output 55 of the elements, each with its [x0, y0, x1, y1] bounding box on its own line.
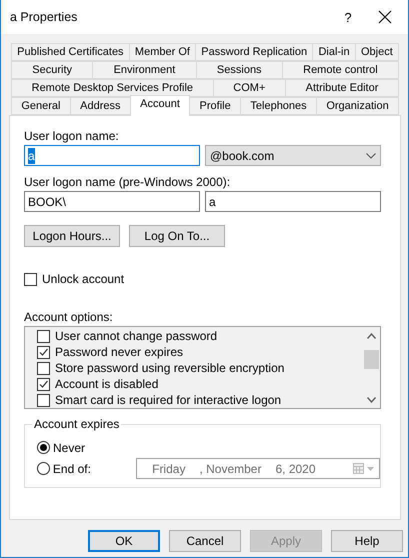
- calendar-icon: [352, 463, 375, 474]
- tab[interactable]: Sessions: [196, 61, 283, 79]
- field-label: User logon name (pre-Windows 2000):: [24, 175, 232, 190]
- checkbox[interactable]: [24, 272, 37, 286]
- tab[interactable]: Member Of: [128, 43, 196, 61]
- checkbox[interactable]: [37, 330, 50, 342]
- tab[interactable]: COM+: [212, 79, 286, 97]
- group-title: Account expires: [32, 417, 122, 431]
- button[interactable]: Logon Hours...: [24, 225, 120, 247]
- tab[interactable]: Published Certificates: [11, 43, 130, 61]
- help-button[interactable]: ?: [338, 10, 358, 24]
- scrollbar-thumb[interactable]: [364, 350, 379, 368]
- chevron-down-icon: [366, 152, 376, 158]
- button[interactable]: OK: [88, 530, 160, 552]
- tab[interactable]: Telephones: [240, 97, 317, 115]
- tab[interactable]: Object: [354, 43, 399, 61]
- input-field[interactable]: a: [205, 191, 381, 212]
- input-field[interactable]: a: [24, 145, 200, 166]
- checkbox-label: User cannot change password: [55, 329, 218, 343]
- tab[interactable]: Address: [70, 97, 131, 115]
- section-label: Account options:: [24, 310, 114, 325]
- tab[interactable]: Remote control: [282, 61, 399, 79]
- close-icon[interactable]: [378, 10, 392, 24]
- tab[interactable]: General: [11, 97, 71, 115]
- tab[interactable]: Account: [130, 95, 190, 116]
- domain-dropdown[interactable]: @book.com: [205, 145, 381, 166]
- button[interactable]: Cancel: [169, 530, 241, 552]
- checkbox-label: Store password using reversible encryption: [55, 361, 284, 375]
- chevron-down-icon[interactable]: [367, 397, 376, 403]
- checkbox[interactable]: [37, 378, 50, 390]
- checkbox[interactable]: [37, 394, 50, 406]
- button[interactable]: Help: [331, 530, 403, 552]
- input-field[interactable]: BOOK\: [24, 191, 200, 212]
- checkbox-label: Unlock account: [42, 272, 124, 286]
- radio-button[interactable]: [37, 441, 50, 454]
- checkbox[interactable]: [37, 346, 50, 358]
- tab[interactable]: Organization: [316, 97, 400, 115]
- window-title: a Properties: [10, 10, 78, 24]
- checkbox-label: Account is disabled: [55, 377, 158, 391]
- checkbox[interactable]: [37, 362, 50, 374]
- field-label: User logon name:: [24, 129, 120, 144]
- radio-button[interactable]: [37, 462, 50, 475]
- radio-label: Never: [53, 440, 86, 454]
- tab[interactable]: Security: [11, 61, 94, 79]
- button[interactable]: Log On To...: [129, 225, 225, 247]
- checkbox-label: Smart card is required for interactive logon: [55, 393, 282, 407]
- checkbox-label: Password never expires: [55, 345, 184, 359]
- radio-label: End of:: [52, 462, 92, 476]
- tab[interactable]: Attribute Editor: [285, 79, 400, 97]
- tab[interactable]: Environment: [92, 61, 197, 79]
- tab[interactable]: Password Replication: [195, 43, 314, 61]
- chevron-up-icon[interactable]: [367, 333, 376, 339]
- tab[interactable]: Profile: [189, 97, 242, 115]
- tab[interactable]: Dial-in: [312, 43, 356, 61]
- tab[interactable]: Remote Desktop Services Profile: [11, 79, 214, 97]
